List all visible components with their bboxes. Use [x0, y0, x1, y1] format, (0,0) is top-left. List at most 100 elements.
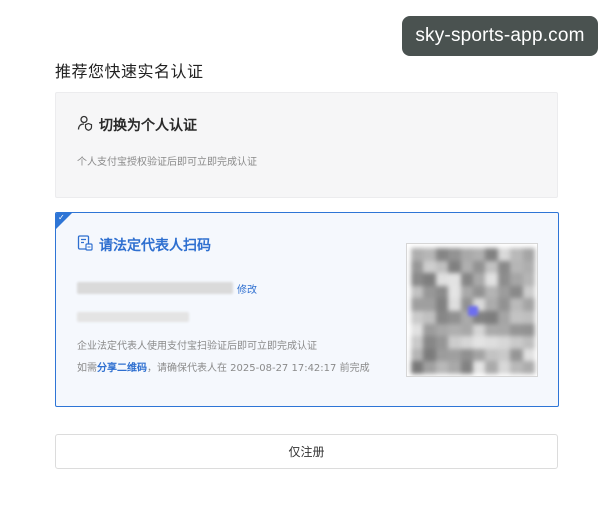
- qr-cell: [435, 273, 449, 286]
- qr-cell: [522, 298, 535, 311]
- qr-cell: [448, 311, 461, 324]
- qr-cell: [522, 285, 535, 299]
- legal-rep-description: 企业法定代表人使用支付宝扫验证后即可立即完成认证: [77, 341, 317, 352]
- qr-cell: [411, 311, 424, 324]
- qr-cell: [497, 298, 511, 311]
- qr-cell: [485, 273, 498, 286]
- qr-cell: [497, 285, 511, 299]
- qr-cell: [423, 260, 436, 274]
- person-auth-header: 切换为个人认证: [77, 115, 197, 135]
- legal-rep-name-redacted: [77, 312, 189, 322]
- qr-cell: [497, 336, 511, 349]
- qr-cell: [522, 248, 535, 261]
- qr-cell: [497, 348, 511, 362]
- qr-cell: [485, 298, 498, 311]
- qr-cell: [510, 336, 523, 349]
- qr-cell: [435, 336, 449, 349]
- qr-cell: [472, 273, 486, 286]
- share-hint: 如需分享二维码，请确保代表人在 2025-08-27 17:42:17 前完成: [77, 359, 370, 374]
- qr-cell: [522, 361, 535, 374]
- qr-cell: [485, 361, 498, 374]
- qr-cell: [423, 336, 436, 349]
- page-title: 推荐您快速实名认证: [55, 62, 204, 81]
- qr-cell: [485, 248, 498, 261]
- person-auth-option[interactable]: 切换为个人认证 个人支付宝授权验证后即可立即完成认证: [55, 92, 558, 198]
- qr-cell: [423, 348, 436, 362]
- qr-cell: [411, 248, 424, 261]
- document-scan-icon: [77, 235, 93, 255]
- qr-cell: [411, 323, 424, 337]
- qr-cell: [522, 336, 535, 349]
- check-icon: ✓: [58, 213, 65, 222]
- register-only-button[interactable]: 仅注册: [55, 434, 558, 469]
- person-auth-description: 个人支付宝授权验证后即可立即完成认证: [77, 157, 257, 168]
- qr-cell: [485, 260, 498, 274]
- watermark-badge: sky-sports-app.com: [402, 16, 598, 56]
- qr-cell: [460, 323, 473, 337]
- qr-cell: [435, 311, 449, 324]
- qr-cell: [510, 361, 523, 374]
- legal-rep-option[interactable]: ✓ 请法定代表人扫码 修改 企业法定代表人使用支付宝扫验证后即可立即完成认证 如…: [55, 212, 559, 407]
- qr-cell: [448, 273, 461, 286]
- company-name-redacted: [77, 282, 233, 294]
- qr-cell: [423, 323, 436, 337]
- qr-cell: [497, 323, 511, 337]
- qr-code: [406, 243, 538, 377]
- qr-cell: [497, 361, 511, 374]
- qr-cell: [522, 311, 535, 324]
- qr-cell: [460, 273, 473, 286]
- qr-cell: [448, 348, 461, 362]
- qr-cell: [472, 361, 486, 374]
- qr-cell: [411, 348, 424, 362]
- share-qr-link[interactable]: 分享二维码: [97, 363, 147, 374]
- qr-cell: [472, 323, 486, 337]
- qr-cell: [411, 285, 424, 299]
- qr-cell: [472, 285, 486, 299]
- share-hint-suffix: ，请确保代表人在 2025-08-27 17:42:17 前完成: [147, 363, 370, 374]
- qr-cell: [510, 348, 523, 362]
- qr-cell: [485, 336, 498, 349]
- qr-cell: [460, 285, 473, 299]
- qr-cell: [460, 361, 473, 374]
- qr-cell: [497, 311, 511, 324]
- qr-cell: [485, 311, 498, 324]
- qr-cell: [448, 285, 461, 299]
- qr-cell: [423, 248, 436, 261]
- qr-cell: [460, 260, 473, 274]
- qr-cell: [423, 273, 436, 286]
- qr-cell: [411, 298, 424, 311]
- qr-cell: [510, 298, 523, 311]
- qr-cell: [497, 260, 511, 274]
- qr-cell: [435, 285, 449, 299]
- qr-cell: [522, 273, 535, 286]
- qr-cell: [435, 248, 449, 261]
- qr-cell: [435, 298, 449, 311]
- qr-cell: [423, 361, 436, 374]
- qr-cell: [485, 323, 498, 337]
- qr-cell: [411, 336, 424, 349]
- qr-cell: [522, 348, 535, 362]
- qr-cell: [497, 273, 511, 286]
- qr-cell: [497, 248, 511, 261]
- qr-cell: [411, 260, 424, 274]
- qr-cell: [435, 323, 449, 337]
- qr-cell: [411, 273, 424, 286]
- qr-cell: [448, 260, 461, 274]
- qr-cell: [510, 273, 523, 286]
- qr-cell: [435, 348, 449, 362]
- qr-cell: [472, 336, 486, 349]
- edit-link[interactable]: 修改: [237, 281, 257, 296]
- qr-cell: [460, 348, 473, 362]
- qr-cell: [448, 298, 461, 311]
- qr-cell: [435, 361, 449, 374]
- qr-cell: [510, 248, 523, 261]
- qr-cell: [423, 311, 436, 324]
- qr-cell: [472, 348, 486, 362]
- qr-cell: [472, 248, 486, 261]
- qr-cell: [411, 361, 424, 374]
- qr-cell: [472, 260, 486, 274]
- qr-center-logo: [468, 306, 478, 316]
- qr-cell: [423, 285, 436, 299]
- qr-cell: [510, 285, 523, 299]
- person-shield-icon: [77, 115, 93, 135]
